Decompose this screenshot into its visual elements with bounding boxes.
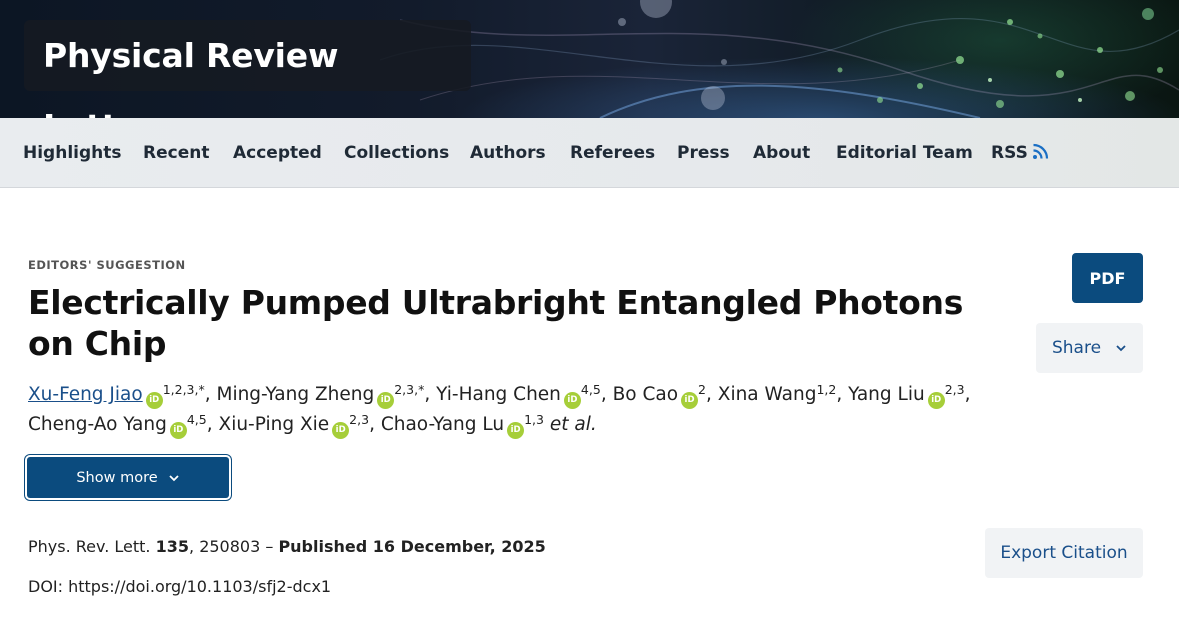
author-name: Xina Wang <box>717 384 817 405</box>
author-name: Chao-Yang Lu <box>380 414 505 435</box>
author-name: Ming-Yang Zheng <box>216 384 375 405</box>
author-affiliation: 1,3 <box>524 412 544 427</box>
published-date: Published 16 December, 2025 <box>278 537 546 556</box>
show-more-button[interactable]: Show more <box>27 457 229 498</box>
nav-authors[interactable]: Authors <box>470 118 546 188</box>
show-more-label: Show more <box>76 469 158 486</box>
article-number: , 250803 – <box>189 537 279 556</box>
author-name: Yang Liu <box>848 384 925 405</box>
orcid-icon[interactable]: iD <box>927 392 945 409</box>
pdf-button[interactable]: PDF <box>1072 253 1143 303</box>
orcid-icon[interactable]: iD <box>377 392 395 409</box>
nav-recent[interactable]: Recent <box>143 118 209 188</box>
nav-editorial-team[interactable]: Editorial Team <box>836 118 973 188</box>
author-name: Cheng-Ao Yang <box>28 414 167 435</box>
author-affiliation: 4,5 <box>186 412 207 427</box>
et-al: et al. <box>549 414 597 435</box>
chevron-down-icon <box>1116 345 1126 352</box>
main-nav: Highlights Recent Accepted Collections A… <box>0 118 1179 188</box>
author-affiliation: 2,3 <box>349 412 370 427</box>
author-name: Yi-Hang Chen <box>436 384 561 405</box>
nav-referees[interactable]: Referees <box>570 118 655 188</box>
nav-collections[interactable]: Collections <box>344 118 449 188</box>
share-label: Share <box>1051 338 1102 358</box>
journal-banner: Physical Review Letters <box>0 0 1179 118</box>
orcid-icon[interactable]: iD <box>145 392 163 409</box>
author-affiliation: 2,3,* <box>394 382 425 397</box>
article-title: Electrically Pumped Ultrabright Entangle… <box>28 283 964 363</box>
share-button[interactable]: Share <box>1036 323 1143 373</box>
author-affiliation: 2,3 <box>944 382 965 397</box>
orcid-icon[interactable]: iD <box>681 392 699 409</box>
author-list: Xu-Feng Jiao iD1,2,3,*, Ming-Yang Zheng iD… <box>28 380 1028 440</box>
orcid-icon[interactable]: iD <box>332 422 350 439</box>
author-name: Xiu-Ping Xie <box>218 414 330 435</box>
editors-suggestion-label: EDITORS' SUGGESTION <box>28 258 186 272</box>
nav-about[interactable]: About <box>753 118 810 188</box>
author-affiliation: 1,2 <box>816 382 837 397</box>
nav-rss[interactable]: RSS <box>991 118 1050 188</box>
author-affiliation: 2 <box>698 382 706 397</box>
journal-abbrev: Phys. Rev. Lett. <box>28 537 151 556</box>
orcid-icon[interactable]: iD <box>507 422 525 439</box>
nav-press[interactable]: Press <box>677 118 730 188</box>
author-name[interactable]: Xu-Feng Jiao <box>28 384 143 405</box>
orcid-icon[interactable]: iD <box>169 422 187 439</box>
rss-icon <box>1032 143 1048 159</box>
author-affiliation: 1,2,3,* <box>162 382 205 397</box>
chevron-down-icon <box>169 474 179 481</box>
doi-line: DOI: https://doi.org/10.1103/sfj2-dcx1 <box>28 577 332 596</box>
author-name: Bo Cao <box>612 384 679 405</box>
export-citation-button[interactable]: Export Citation <box>985 528 1143 578</box>
citation-line: Phys. Rev. Lett. 135, 250803 – Published… <box>28 537 546 556</box>
volume: 135 <box>155 537 190 556</box>
author-affiliation: 4,5 <box>580 382 601 397</box>
nav-rss-label: RSS <box>991 143 1028 163</box>
orcid-icon[interactable]: iD <box>563 392 581 409</box>
journal-title[interactable]: Physical Review Letters <box>24 20 471 118</box>
nav-accepted[interactable]: Accepted <box>233 118 322 188</box>
nav-highlights[interactable]: Highlights <box>23 118 122 188</box>
